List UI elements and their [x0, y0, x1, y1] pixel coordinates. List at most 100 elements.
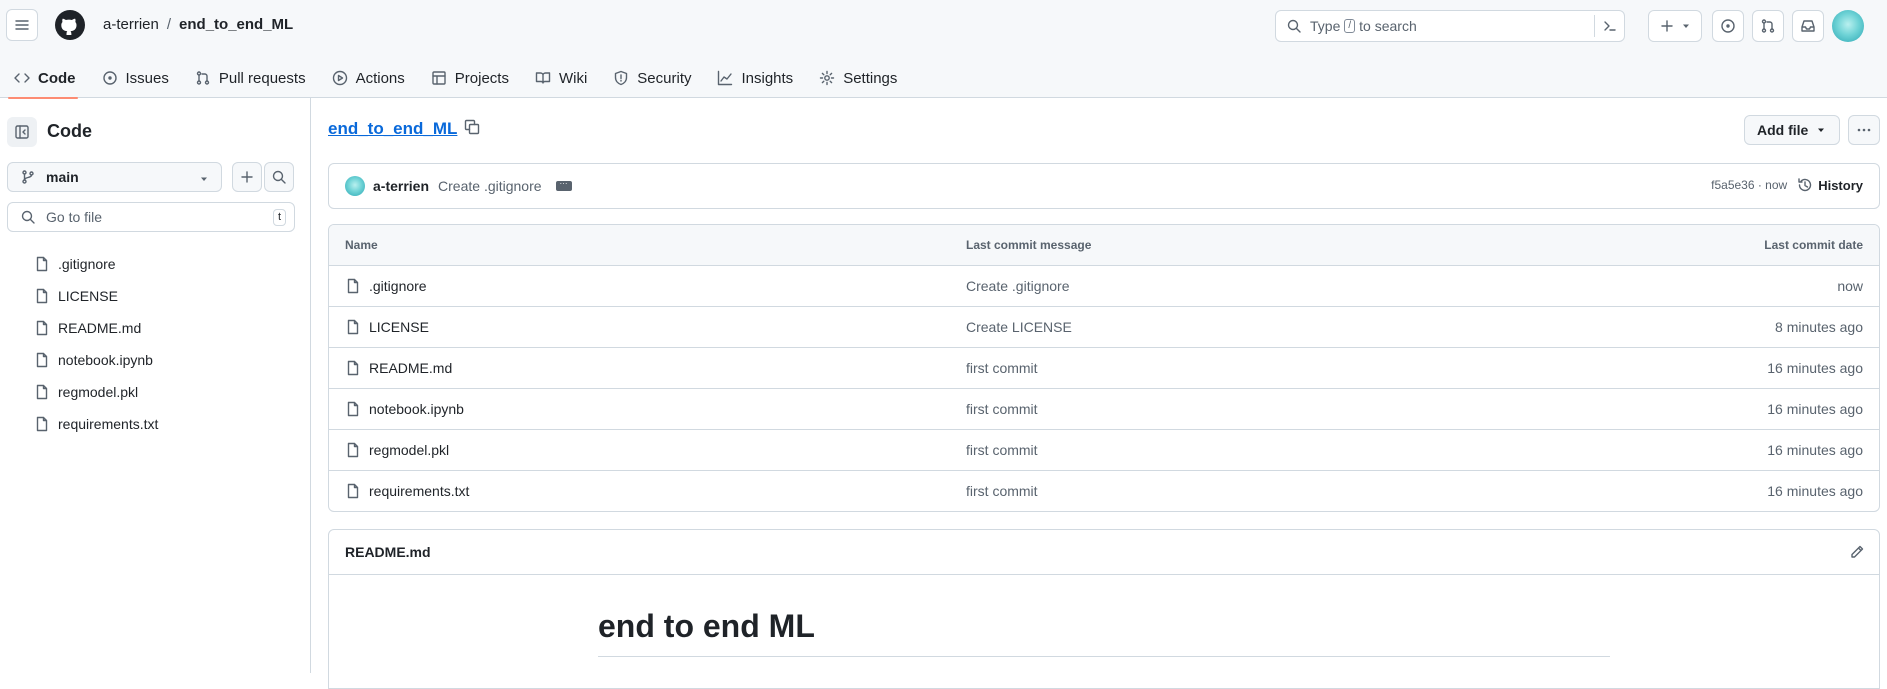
search-input[interactable]: Type / to search	[1275, 10, 1625, 42]
menu-button[interactable]	[6, 9, 38, 41]
go-to-file-shortcut: t	[272, 209, 286, 226]
gear-icon	[819, 70, 835, 86]
commit-author-avatar[interactable]	[345, 176, 365, 196]
graph-icon	[718, 70, 733, 86]
collapse-sidebar-button[interactable]	[7, 117, 37, 147]
table-row[interactable]: LICENSE Create LICENSE 8 minutes ago	[329, 306, 1879, 347]
file-commit-message[interactable]: Create LICENSE	[966, 319, 1072, 335]
repo-name-link[interactable]: end_to_end_ML	[328, 119, 457, 139]
tree-item-notebook[interactable]: notebook.ipynb	[34, 344, 158, 376]
file-commit-message[interactable]: first commit	[966, 442, 1038, 458]
inbox-icon	[1801, 20, 1815, 32]
tab-security[interactable]: Security	[603, 58, 701, 98]
readme-filename[interactable]: README.md	[345, 544, 431, 560]
tree-item-label: notebook.ipynb	[58, 352, 153, 368]
tab-issues[interactable]: Issues	[92, 58, 179, 98]
branch-selector[interactable]: main	[7, 162, 222, 192]
commit-author[interactable]: a-terrien	[373, 178, 429, 194]
file-commit-date: 16 minutes ago	[1767, 442, 1863, 458]
file-commit-date: 16 minutes ago	[1767, 360, 1863, 376]
file-commit-message[interactable]: first commit	[966, 401, 1038, 417]
table-icon	[432, 71, 446, 85]
tree-item-label: LICENSE	[58, 288, 118, 304]
file-icon	[36, 416, 48, 432]
file-name[interactable]: README.md	[369, 360, 452, 376]
tree-item-requirements[interactable]: requirements.txt	[34, 408, 158, 440]
add-file-button[interactable]: Add file	[1744, 115, 1840, 145]
repo-nav: Code Issues Pull requests Actions Projec…	[0, 58, 913, 99]
tree-item-readme[interactable]: README.md	[34, 312, 158, 344]
table-row[interactable]: regmodel.pkl first commit 16 minutes ago	[329, 429, 1879, 470]
table-row[interactable]: notebook.ipynb first commit 16 minutes a…	[329, 388, 1879, 429]
tree-item-license[interactable]: LICENSE	[34, 280, 158, 312]
breadcrumb-owner[interactable]: a-terrien	[103, 16, 159, 33]
table-row[interactable]: requirements.txt first commit 16 minutes…	[329, 470, 1879, 511]
tab-code[interactable]: Code	[0, 58, 86, 99]
tab-wiki[interactable]: Wiki	[525, 58, 597, 98]
table-row[interactable]: .gitignore Create .gitignore now	[329, 265, 1879, 306]
tab-projects[interactable]: Projects	[421, 58, 519, 98]
user-avatar[interactable]	[1832, 10, 1864, 42]
file-name[interactable]: LICENSE	[369, 319, 429, 335]
breadcrumb-repo[interactable]: end_to_end_ML	[179, 16, 293, 33]
readme-panel: README.md end to end ML	[328, 529, 1880, 689]
header-message: Last commit message	[966, 238, 1092, 252]
tree-item-gitignore[interactable]: .gitignore	[34, 248, 158, 280]
more-options-button[interactable]	[1848, 115, 1880, 145]
command-palette-button[interactable]	[1594, 15, 1618, 37]
search-suffix: to search	[1359, 18, 1417, 34]
search-icon	[272, 170, 286, 184]
file-icon	[347, 401, 359, 417]
file-name[interactable]: .gitignore	[369, 278, 427, 294]
table-row[interactable]: README.md first commit 16 minutes ago	[329, 347, 1879, 388]
file-icon	[347, 278, 359, 294]
issue-icon	[1721, 19, 1735, 33]
commit-sha-time[interactable]: f5a5e36 · now	[1711, 178, 1787, 192]
tab-settings[interactable]: Settings	[809, 58, 907, 98]
plus-icon	[1661, 20, 1673, 32]
tab-label: Actions	[355, 69, 405, 87]
go-to-file-input[interactable]: Go to file t	[7, 202, 295, 232]
file-name[interactable]: regmodel.pkl	[369, 442, 449, 458]
tree-item-label: README.md	[58, 320, 142, 336]
history-icon	[1798, 178, 1812, 192]
commit-expand-button[interactable]: ···	[555, 180, 572, 191]
search-files-button[interactable]	[264, 162, 294, 192]
create-new-button[interactable]	[1648, 10, 1702, 42]
github-logo-icon[interactable]	[54, 9, 86, 41]
search-icon	[21, 210, 35, 224]
pull-request-icon	[196, 71, 210, 85]
tab-pull-requests[interactable]: Pull requests	[185, 58, 316, 98]
readme-heading: end to end ML	[598, 608, 815, 644]
copy-icon[interactable]	[464, 119, 480, 135]
history-button[interactable]: History	[1797, 177, 1863, 193]
tab-label: Issues	[125, 69, 169, 87]
file-tree: .gitignore LICENSE README.md notebook.ip…	[34, 248, 158, 440]
tab-label: Settings	[843, 69, 898, 87]
file-name[interactable]: requirements.txt	[369, 483, 469, 499]
tree-item-regmodel[interactable]: regmodel.pkl	[34, 376, 158, 408]
sidebar-title: Code	[47, 121, 92, 141]
tab-insights[interactable]: Insights	[707, 58, 803, 98]
plus-icon	[241, 171, 253, 183]
play-icon	[332, 70, 347, 86]
shield-icon	[615, 70, 628, 86]
inbox-button[interactable]	[1792, 10, 1824, 42]
tab-actions[interactable]: Actions	[322, 58, 415, 98]
file-name[interactable]: notebook.ipynb	[369, 401, 464, 417]
pull-requests-button[interactable]	[1752, 10, 1784, 42]
book-icon	[535, 72, 551, 84]
issues-button[interactable]	[1712, 10, 1744, 42]
commit-message[interactable]: Create .gitignore	[438, 178, 542, 194]
tree-item-label: .gitignore	[58, 256, 116, 272]
code-icon	[14, 73, 30, 83]
file-commit-message[interactable]: first commit	[966, 360, 1038, 376]
caret-down-icon	[1818, 128, 1825, 132]
file-commit-message[interactable]: first commit	[966, 483, 1038, 499]
file-icon	[347, 360, 359, 376]
pencil-icon[interactable]	[1849, 544, 1865, 560]
file-commit-message[interactable]: Create .gitignore	[966, 278, 1070, 294]
add-file-sidebar-button[interactable]	[232, 162, 262, 192]
tab-label: Wiki	[558, 69, 588, 87]
go-to-file-placeholder: Go to file	[46, 209, 103, 225]
